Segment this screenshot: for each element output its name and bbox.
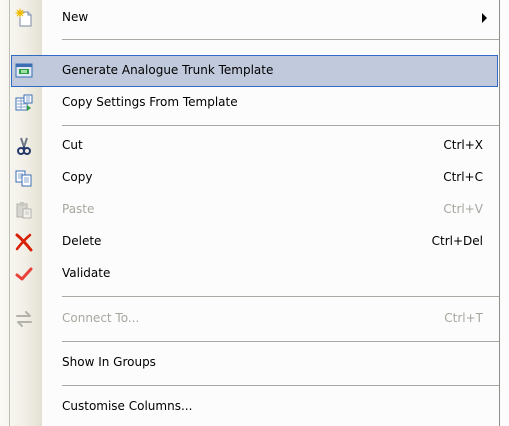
menu-item-label: Customise Columns... — [62, 399, 193, 413]
menu-item-copy[interactable]: Copy Ctrl+C — [10, 162, 499, 194]
checkmark-icon — [15, 267, 33, 281]
menu-item-shortcut: Ctrl+T — [444, 311, 483, 325]
menu-separator — [62, 296, 499, 297]
copy-settings-icon — [15, 94, 33, 111]
submenu-arrow-icon — [482, 13, 487, 23]
new-item-icon — [15, 8, 32, 27]
menu-item-generate-analogue-trunk-template[interactable]: Generate Analogue Trunk Template — [11, 55, 498, 87]
menu-item-label: Validate — [62, 266, 111, 280]
menu-item-shortcut: Ctrl+X — [443, 138, 483, 152]
menu-separator — [62, 341, 499, 342]
menu-item-label: Connect To... — [62, 311, 140, 325]
menu-item-copy-settings-from-template[interactable]: Copy Settings From Template — [10, 87, 499, 119]
menu-item-customise-columns[interactable]: Customise Columns... — [10, 391, 499, 423]
menu-separator — [62, 39, 499, 40]
menu-item-validate[interactable]: Validate — [10, 258, 499, 290]
copy-icon — [15, 170, 32, 187]
menu-item-label: Copy Settings From Template — [62, 95, 238, 109]
menu-item-label: Cut — [62, 138, 83, 152]
menu-item-label: Show In Groups — [62, 355, 156, 369]
menu-item-label: Copy — [62, 170, 93, 184]
menu-item-cut[interactable]: Cut Ctrl+X — [10, 130, 499, 162]
context-menu: New Generate Analogue Trunk Template Cop… — [0, 0, 509, 426]
menu-item-shortcut: Ctrl+Del — [431, 234, 483, 248]
menu-item-shortcut: Ctrl+C — [443, 170, 483, 184]
menu-item-label: Paste — [62, 202, 95, 216]
menu-separator — [62, 125, 499, 126]
menu-item-shortcut: Ctrl+V — [443, 202, 483, 216]
menu-item-label: Delete — [62, 234, 102, 248]
menu-item-connect-to[interactable]: Connect To... Ctrl+T — [10, 303, 499, 335]
menu-item-paste[interactable]: Paste Ctrl+V — [10, 194, 499, 226]
menu-item-delete[interactable]: Delete Ctrl+Del — [10, 226, 499, 258]
paste-icon — [16, 202, 32, 219]
menu-separator — [62, 385, 499, 386]
menu-item-show-in-groups[interactable]: Show In Groups — [10, 347, 499, 379]
menu-item-label: New — [62, 10, 89, 24]
connect-arrows-icon — [16, 311, 32, 327]
generate-template-icon — [15, 63, 33, 78]
scissors-icon — [17, 137, 31, 155]
menu-item-new[interactable]: New — [10, 2, 499, 34]
menu-right-border — [499, 0, 500, 426]
delete-x-icon — [15, 233, 33, 252]
menu-item-label: Generate Analogue Trunk Template — [62, 63, 274, 77]
